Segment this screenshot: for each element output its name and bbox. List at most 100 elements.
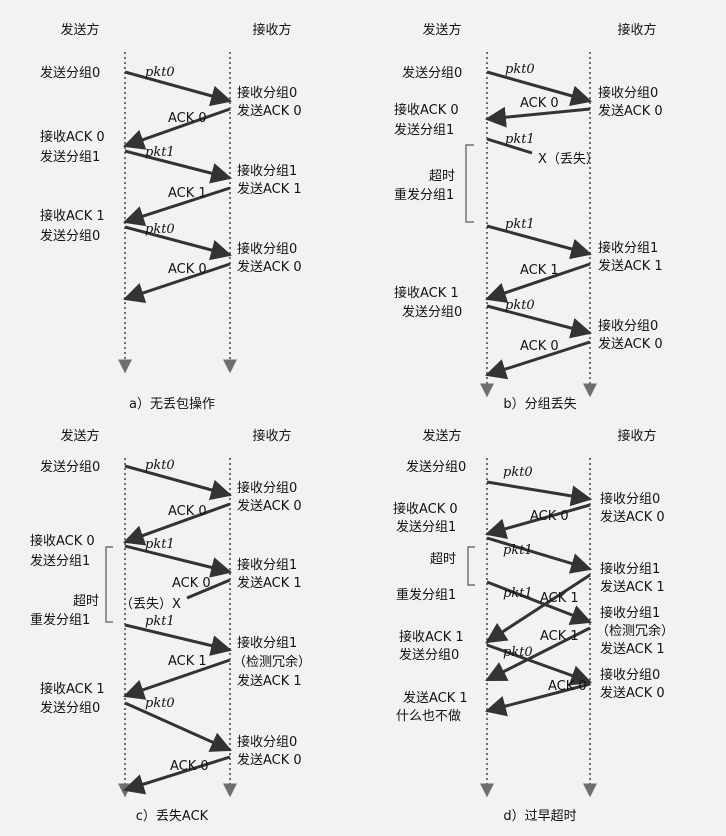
sender-event: 发送ACK 1 xyxy=(403,690,468,706)
sender-event: 超时 xyxy=(430,552,456,567)
receiver-event: 接收分组0 xyxy=(237,734,297,750)
arrow-label: pkt0 xyxy=(145,65,175,80)
arrow-pkt1 xyxy=(124,544,233,578)
loss-marker: X（丢失） xyxy=(538,152,599,167)
timeout-bracket xyxy=(105,546,113,623)
receiver-event: 接收分组1 xyxy=(237,635,297,651)
sender-event: 发送分组0 xyxy=(406,459,466,475)
rdt-protocol-diagrams: 发送方 接收方 发送分组0 接收ACK 0 发送分组1 接收ACK 1 发送分组… xyxy=(30,22,674,824)
arrow-label: ACK 0 xyxy=(520,339,559,354)
sender-event: 超时 xyxy=(73,594,99,609)
receiver-event: 接收分组0 xyxy=(237,241,297,257)
receiver-event: 接收分组0 xyxy=(598,318,658,334)
arrow-pkt1 xyxy=(486,224,593,260)
sender-event: 发送分组0 xyxy=(40,228,100,244)
arrow-label: pkt1 xyxy=(503,586,533,601)
receiver-event: 发送ACK 1 xyxy=(237,673,302,689)
sender-event: 什么也不做 xyxy=(396,709,461,724)
receiver-event: 发送ACK 0 xyxy=(598,336,663,352)
receiver-event: 接收分组0 xyxy=(237,480,297,496)
receiver-event: 发送ACK 1 xyxy=(237,181,302,197)
panel-b: 发送方 接收方 发送分组0 接收ACK 0 发送分组1 超时 重发分组1 接收A… xyxy=(394,22,663,412)
arrow-pkt1 xyxy=(124,623,233,656)
arrow-label: ACK 1 xyxy=(540,629,579,644)
sender-event: 接收ACK 1 xyxy=(40,681,105,697)
panel-caption: d）过早超时 xyxy=(503,809,576,824)
arrow-pkt0 xyxy=(124,464,233,501)
arrow-label: pkt1 xyxy=(505,217,535,232)
receiver-event: 发送ACK 0 xyxy=(237,752,302,768)
sender-header: 发送方 xyxy=(60,22,99,38)
arrow-pkt0 xyxy=(124,701,232,752)
arrow-label: ACK 1 xyxy=(520,263,559,278)
panel-caption: c）丢失ACK xyxy=(136,809,209,824)
receiver-event: 发送ACK 0 xyxy=(237,259,302,275)
arrow-label: ACK 1 xyxy=(540,591,579,606)
panel-c: 发送方 接收方 发送分组0 接收ACK 0 发送分组1 超时 重发分组1 接收A… xyxy=(30,428,311,824)
receiver-header: 接收方 xyxy=(252,22,291,38)
sender-event: 重发分组1 xyxy=(30,612,90,628)
arrow-label: ACK 0 xyxy=(520,96,559,111)
arrow-label: ACK 1 xyxy=(168,654,207,669)
receiver-event: 发送ACK 0 xyxy=(237,103,302,119)
arrow-label: ACK 0 xyxy=(170,759,209,774)
loss-marker: （丢失）X xyxy=(120,597,181,612)
arrow-label: pkt1 xyxy=(503,543,533,558)
arrow-pkt0 xyxy=(124,70,233,107)
receiver-event: 接收分组1 xyxy=(600,561,660,577)
arrow-label: pkt0 xyxy=(503,645,533,660)
sender-event: 发送分组0 xyxy=(40,65,100,81)
receiver-header: 接收方 xyxy=(617,428,656,444)
arrow-label: ACK 0 xyxy=(530,509,569,524)
receiver-event: 接收分组0 xyxy=(598,85,658,101)
sender-header: 发送方 xyxy=(60,428,99,444)
receiver-event: 发送ACK 0 xyxy=(600,509,665,525)
sender-event: 发送分组0 xyxy=(40,459,100,475)
panel-caption: a）无丢包操作 xyxy=(129,396,215,412)
receiver-event: 发送ACK 1 xyxy=(600,641,665,657)
arrow-pkt1 xyxy=(124,149,233,184)
arrow-pkt0 xyxy=(124,225,233,261)
arrow-label: pkt1 xyxy=(145,614,175,629)
sender-event: 发送分组0 xyxy=(402,65,462,81)
sender-event: 接收ACK 1 xyxy=(40,208,105,224)
timeout-bracket xyxy=(467,546,475,586)
receiver-event: 发送ACK 1 xyxy=(600,579,665,595)
sender-event: 接收ACK 0 xyxy=(30,533,95,549)
sender-event: 接收ACK 0 xyxy=(394,102,459,118)
sender-event: 接收ACK 1 xyxy=(399,629,464,645)
sender-event: 发送分组0 xyxy=(402,304,462,320)
arrow-label: ACK 1 xyxy=(168,186,207,201)
arrow-label: pkt0 xyxy=(505,298,535,313)
receiver-header: 接收方 xyxy=(252,428,291,444)
receiver-event: 发送ACK 0 xyxy=(598,103,663,119)
receiver-event: （检测冗余） xyxy=(596,623,674,639)
receiver-event: 接收分组1 xyxy=(237,163,297,179)
panel-a: 发送方 接收方 发送分组0 接收ACK 0 发送分组1 接收ACK 1 发送分组… xyxy=(40,22,302,412)
sender-event: 发送分组1 xyxy=(30,553,90,569)
arrow-pkt0 xyxy=(486,304,593,339)
arrow-label: pkt0 xyxy=(145,458,175,473)
arrow-pkt0 xyxy=(486,480,593,507)
receiver-event: 发送ACK 0 xyxy=(237,498,302,514)
sender-header: 发送方 xyxy=(422,22,461,38)
arrow-label: pkt0 xyxy=(145,696,175,711)
receiver-event: 接收分组1 xyxy=(237,557,297,573)
receiver-event: 接收分组0 xyxy=(600,491,660,507)
sender-event: 接收ACK 1 xyxy=(394,285,459,301)
sender-event: 发送分组1 xyxy=(394,122,454,138)
arrow-label: pkt1 xyxy=(505,132,535,147)
arrow-label: ACK 0 xyxy=(168,262,207,277)
sender-event: 超时 xyxy=(429,169,455,184)
sender-header: 发送方 xyxy=(422,428,461,444)
panel-d: 发送方 接收方 发送分组0 接收ACK 0 发送分组1 超时 重发分组1 接收A… xyxy=(393,428,674,824)
arrow-label: pkt1 xyxy=(145,537,175,552)
sender-event: 重发分组1 xyxy=(394,187,454,203)
arrow-label: pkt1 xyxy=(145,145,175,160)
receiver-event: 接收分组0 xyxy=(237,85,297,101)
arrow-label: ACK 0 xyxy=(168,111,207,126)
receiver-event: 接收分组1 xyxy=(598,240,658,256)
receiver-header: 接收方 xyxy=(617,22,656,38)
arrow-label: ACK 0 xyxy=(168,504,207,519)
arrow-label: pkt0 xyxy=(505,62,535,77)
